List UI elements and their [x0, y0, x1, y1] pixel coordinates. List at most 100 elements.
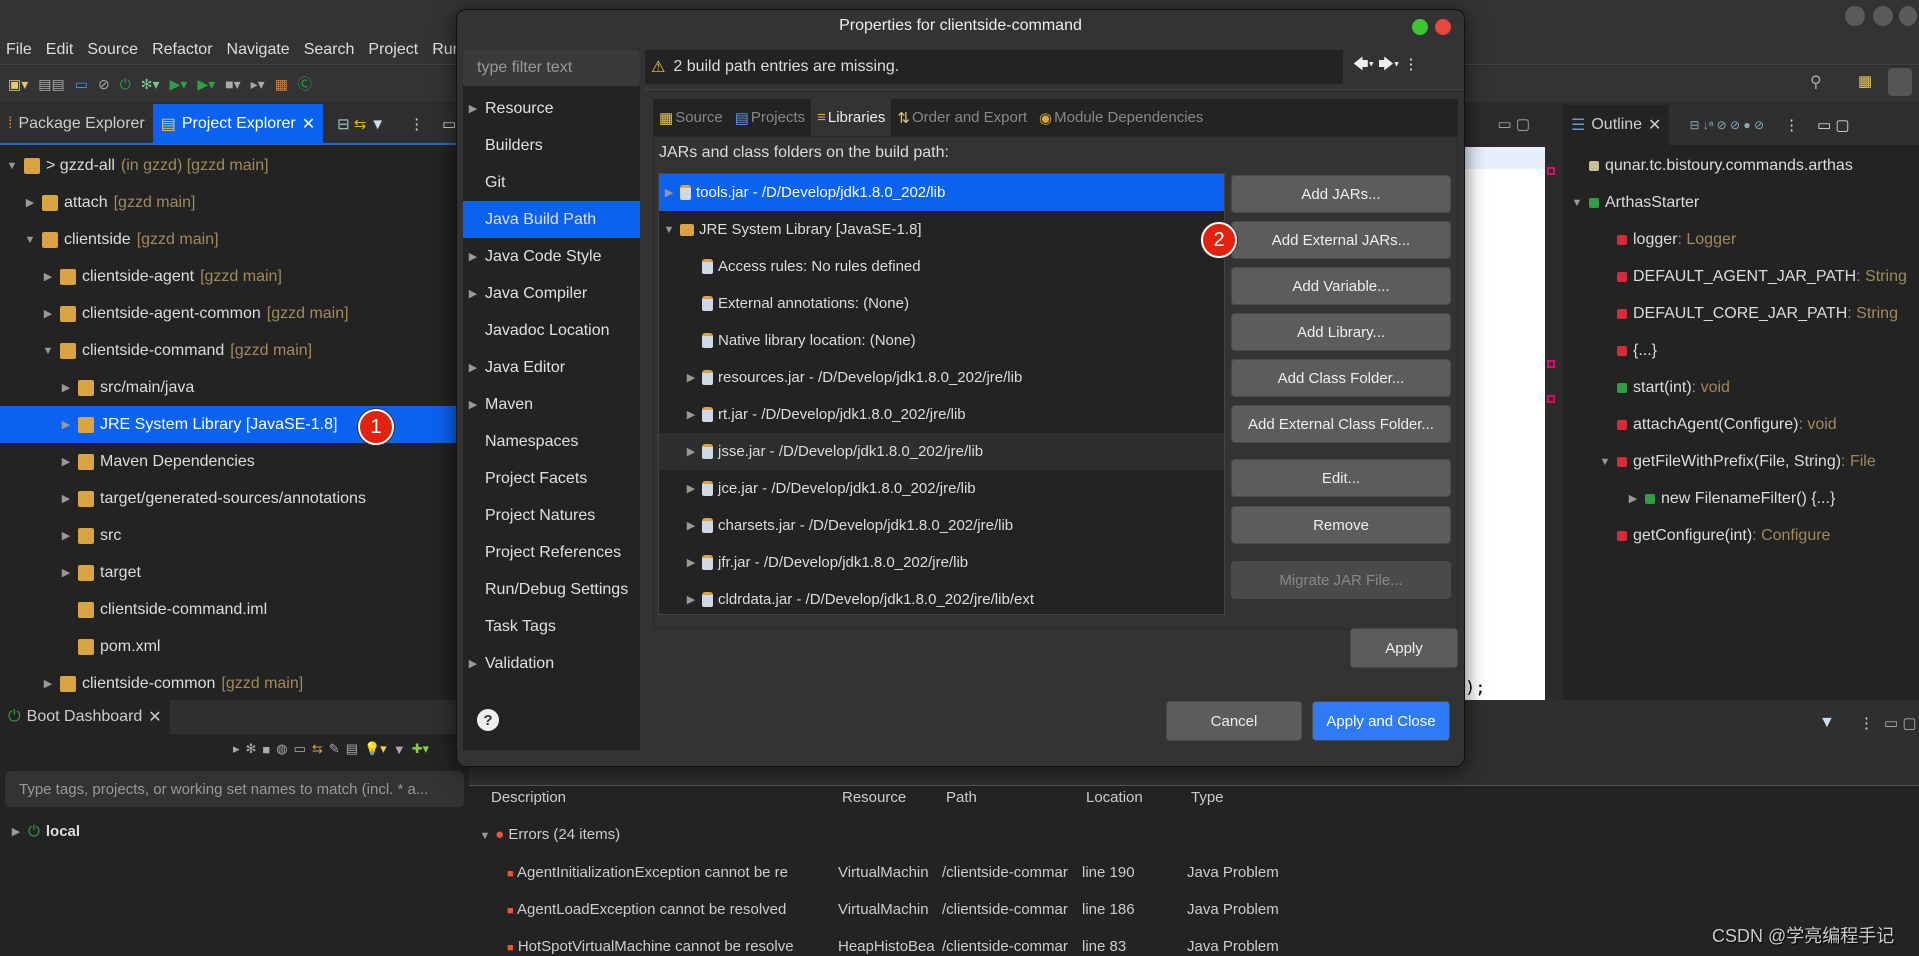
view-menu-icon[interactable]: ⋮ — [1859, 714, 1874, 732]
build-path-entry[interactable]: External annotations: (None) — [659, 285, 1224, 322]
build-path-entry[interactable]: Native library location: (None) — [659, 322, 1224, 359]
boot-dashboard-item-local[interactable]: ▶ ⏻ local — [0, 814, 469, 848]
menu-refactor[interactable]: Refactor — [152, 41, 212, 59]
tree-item[interactable]: ▶ src — [0, 517, 469, 554]
filter-icon[interactable]: ▼ — [393, 742, 406, 757]
chevron-right-icon[interactable]: ▶ — [467, 102, 479, 115]
outline-item[interactable]: ▶ new FilenameFilter() {...} — [1627, 480, 1836, 517]
outline-item[interactable]: DEFAULT_CORE_JAR_PATH : String — [1599, 295, 1898, 332]
nav-item[interactable]: ▶ Resource — [463, 90, 640, 127]
window-control-dot[interactable] — [1899, 6, 1917, 26]
help-icon[interactable]: ? — [477, 709, 499, 731]
minimize-icon[interactable]: ▭ ▢ — [1884, 714, 1917, 732]
filter-input[interactable]: type filter text — [463, 50, 640, 86]
problem-cell[interactable]: /clientside-commar — [942, 938, 1078, 955]
add-variable-button[interactable]: Add Variable... — [1231, 267, 1451, 305]
new-class-icon[interactable]: Ⓒ — [298, 74, 312, 94]
new-package-icon[interactable]: ▦ — [275, 76, 288, 93]
chevron-right-icon[interactable]: ▶ — [60, 492, 72, 505]
debug-icon[interactable]: ✻ — [245, 741, 256, 757]
tree-item[interactable]: ▶ Maven Dependencies — [0, 443, 469, 480]
skip-breakpoints-icon[interactable]: ⊘ — [98, 76, 110, 93]
launch-icon[interactable]: ▸▾ — [251, 76, 265, 93]
search-icon[interactable]: ⚲ — [1810, 72, 1822, 92]
close-icon[interactable]: ✕ — [1648, 115, 1661, 135]
nav-item[interactable]: Javadoc Location — [463, 312, 640, 349]
problem-cell[interactable]: VirtualMachin — [838, 901, 938, 918]
build-path-entry[interactable]: ▶ jce.jar - /D/Develop/jdk1.8.0_202/jre/l… — [659, 470, 1224, 507]
tree-item[interactable]: ▼ clientside [gzzd main] — [0, 221, 469, 258]
chevron-right-icon[interactable]: ▶ — [60, 529, 72, 542]
menu-file[interactable]: File — [6, 41, 32, 59]
chevron-right-icon[interactable]: ▶ — [42, 307, 54, 320]
tab-order-export[interactable]: ⇅ Order and Export — [891, 99, 1033, 136]
tree-item[interactable]: ▼ clientside-command [gzzd main] — [0, 332, 469, 369]
outline-item[interactable]: qunar.tc.bistoury.commands.arthas — [1571, 147, 1853, 184]
chevron-down-icon[interactable]: ▼ — [663, 224, 675, 236]
chevron-right-icon[interactable]: ▶ — [467, 657, 479, 670]
tab-module-dependencies[interactable]: ◉ Module Dependencies — [1033, 99, 1209, 136]
nav-item[interactable]: Java Build Path — [463, 201, 640, 238]
stop-icon[interactable]: ■▾ — [225, 76, 240, 93]
menu-project[interactable]: Project — [368, 41, 418, 59]
tab-project-explorer[interactable]: ▤ Project Explorer ✕ — [152, 104, 324, 144]
run-tools-icon[interactable]: ▶▾ — [197, 76, 215, 93]
forward-arrow-icon[interactable]: 🡆▾ — [1378, 56, 1399, 73]
tree-item[interactable]: pom.xml — [0, 628, 469, 665]
minimize-icon[interactable]: ▭ — [442, 115, 456, 133]
chevron-down-icon[interactable]: ▼ — [1571, 197, 1583, 209]
chevron-right-icon[interactable]: ▶ — [685, 519, 697, 532]
problem-cell[interactable]: Java Problem — [1187, 938, 1387, 955]
chevron-right-icon[interactable]: ▶ — [60, 455, 72, 468]
build-path-entry[interactable]: ▶ jsse.jar - /D/Develop/jdk1.8.0_202/jre/… — [659, 433, 1224, 470]
save-icon[interactable]: ▤▤ — [38, 76, 64, 93]
build-path-entry[interactable]: ▶ resources.jar - /D/Develop/jdk1.8.0_202… — [659, 359, 1224, 396]
view-menu-icon[interactable]: ⋮ — [409, 115, 424, 133]
add-jars-button[interactable]: Add JARs... — [1231, 175, 1451, 213]
nav-item[interactable]: ▶ Java Code Style — [463, 238, 640, 275]
outline-toolbar-icons[interactable]: ⊟ ↓ᵃ ⊘ ⊘ ● ⊘ — [1689, 118, 1764, 132]
chevron-down-icon[interactable]: ▼ — [1599, 456, 1611, 468]
menu-source[interactable]: Source — [87, 41, 138, 59]
nav-item[interactable]: ▶ Validation — [463, 645, 640, 682]
add-library-button[interactable]: Add Library... — [1231, 313, 1451, 351]
column-header[interactable]: Path — [946, 788, 977, 808]
close-icon[interactable]: ✕ — [302, 114, 315, 134]
cancel-button[interactable]: Cancel — [1166, 701, 1302, 741]
problem-cell[interactable]: line 190 — [1082, 864, 1182, 881]
chevron-right-icon[interactable]: ▶ — [685, 482, 697, 495]
problem-cell[interactable]: /clientside-commar — [942, 864, 1078, 881]
outline-item[interactable]: ▼ ArthasStarter — [1571, 184, 1700, 221]
start-icon[interactable]: ▸ — [233, 741, 240, 757]
chevron-down-icon[interactable]: ▼ — [42, 345, 54, 357]
outline-item[interactable]: attachAgent(Configure) : void — [1599, 406, 1837, 443]
window-control-dot[interactable] — [1845, 6, 1865, 26]
nav-item[interactable]: Run/Debug Settings — [463, 571, 640, 608]
tree-item[interactable]: ▶ clientside-common [gzzd main] — [0, 665, 469, 702]
tab-source[interactable]: ▦ Source — [653, 99, 729, 136]
chevron-right-icon[interactable]: ▶ — [467, 250, 479, 263]
nav-item[interactable]: Task Tags — [463, 608, 640, 645]
filter-icon[interactable]: ▼ — [1819, 714, 1835, 732]
lightbulb-icon[interactable]: 💡▾ — [364, 741, 387, 757]
chevron-right-icon[interactable]: ▶ — [10, 825, 22, 838]
spring-boot-icon[interactable]: ⏻ — [120, 76, 131, 93]
open-perspective-icon[interactable]: ▦ — [1858, 72, 1872, 90]
console-icon[interactable]: ▭ — [294, 741, 306, 757]
build-path-entry[interactable]: ▶ cldrdata.jar - /D/Develop/jdk1.8.0_202/… — [659, 581, 1224, 614]
menu-edit[interactable]: Edit — [46, 41, 74, 59]
tab-boot-dashboard[interactable]: ⏻ Boot Dashboard ✕ — [0, 700, 170, 734]
chevron-right-icon[interactable]: ▶ — [60, 381, 72, 394]
outline-item[interactable]: ▼ getFileWithPrefix(File, String) : File — [1599, 443, 1876, 480]
column-header[interactable]: Description — [491, 788, 566, 808]
editor-text[interactable]: ); — [1463, 147, 1545, 700]
outline-item[interactable]: getConfigure(int) : Configure — [1599, 517, 1830, 554]
boot-dashboard-filter-input[interactable]: Type tags, projects, or working set name… — [5, 771, 464, 807]
run-icon[interactable]: ▶▾ — [170, 76, 188, 93]
chevron-down-icon[interactable]: ▼ — [479, 830, 491, 842]
chevron-right-icon[interactable]: ▶ — [685, 593, 697, 606]
chevron-right-icon[interactable]: ▶ — [42, 677, 54, 690]
outline-item[interactable]: start(int) : void — [1599, 369, 1730, 406]
add-external-jars-button[interactable]: Add External JARs... — [1231, 221, 1451, 259]
tab-libraries[interactable]: ≡ Libraries — [811, 99, 892, 136]
